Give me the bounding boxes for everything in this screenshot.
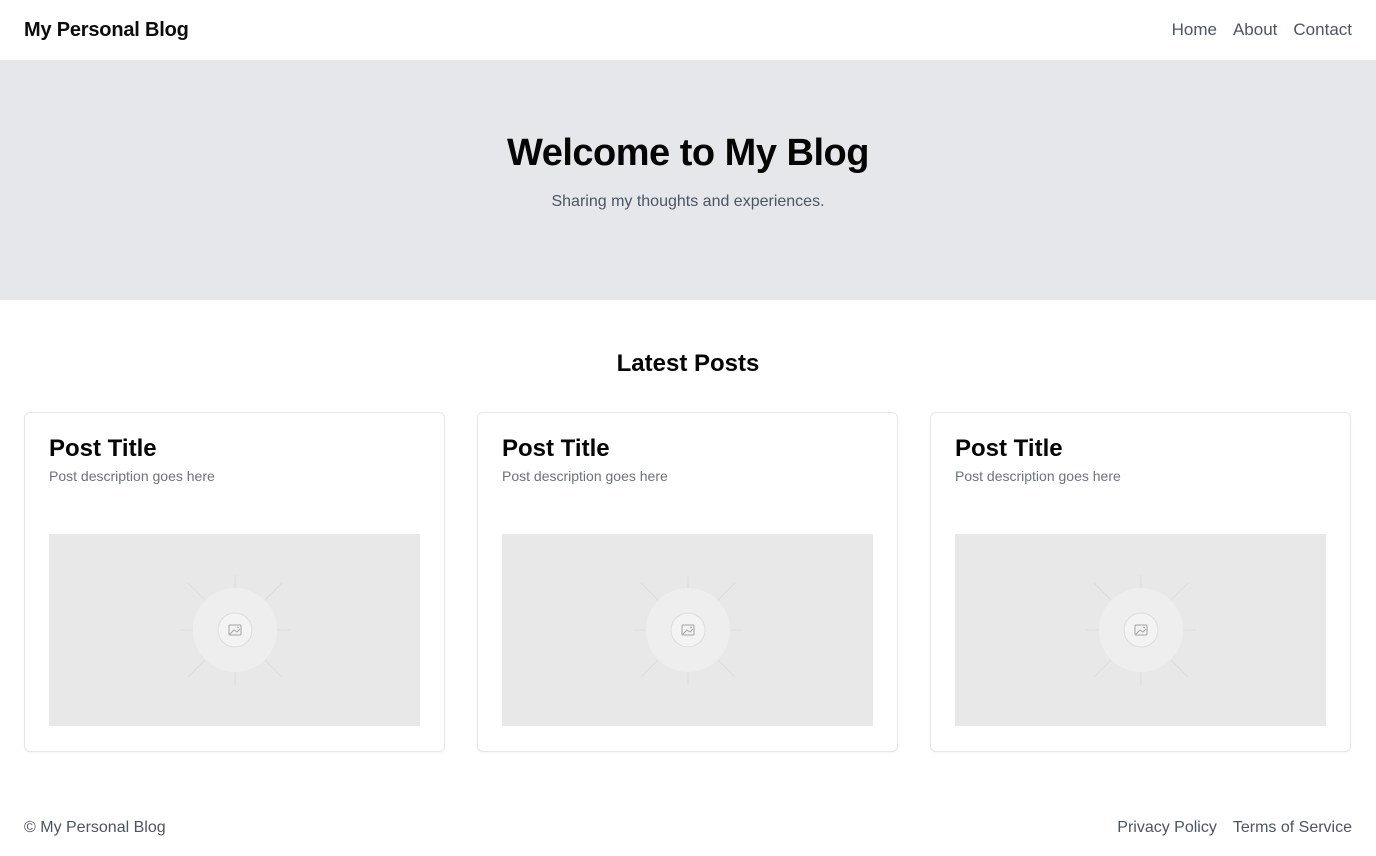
image-icon	[632, 575, 743, 685]
post-card[interactable]: Post Title Post description goes here	[24, 412, 445, 752]
post-card[interactable]: Post Title Post description goes here	[930, 412, 1351, 752]
footer-copyright: © My Personal Blog	[24, 819, 166, 836]
post-card[interactable]: Post Title Post description goes here	[477, 412, 898, 752]
post-description: Post description goes here	[955, 468, 1121, 484]
site-header: My Personal Blog Home About Contact	[0, 0, 1376, 60]
nav-link-contact[interactable]: Contact	[1293, 20, 1352, 40]
site-footer: © My Personal Blog Privacy Policy Terms …	[0, 812, 1376, 844]
post-description: Post description goes here	[49, 468, 215, 484]
posts-grid: Post Title Post description goes here Po…	[24, 412, 1352, 752]
nav-link-home[interactable]: Home	[1172, 20, 1217, 40]
post-image-placeholder	[955, 534, 1326, 726]
post-image-placeholder	[49, 534, 420, 726]
site-brand[interactable]: My Personal Blog	[24, 19, 189, 42]
main-nav: Home About Contact	[1172, 20, 1352, 40]
footer-link-terms-of-service[interactable]: Terms of Service	[1233, 819, 1352, 837]
footer-link-privacy-policy[interactable]: Privacy Policy	[1117, 819, 1217, 837]
hero-subtitle: Sharing my thoughts and experiences.	[551, 192, 825, 210]
hero-title: Welcome to My Blog	[507, 131, 869, 174]
post-title[interactable]: Post Title	[955, 436, 1326, 462]
image-icon	[1085, 575, 1196, 685]
latest-posts-heading: Latest Posts	[616, 350, 760, 377]
nav-link-about[interactable]: About	[1233, 20, 1277, 40]
hero-section: Welcome to My Blog Sharing my thoughts a…	[0, 60, 1376, 300]
latest-posts-section: Latest Posts Post Title Post description…	[0, 349, 1376, 752]
footer-links: Privacy Policy Terms of Service	[1117, 819, 1352, 837]
post-image-placeholder	[502, 534, 873, 726]
image-icon	[179, 575, 290, 685]
post-title[interactable]: Post Title	[502, 436, 873, 462]
post-description: Post description goes here	[502, 468, 668, 484]
post-title[interactable]: Post Title	[49, 436, 420, 462]
